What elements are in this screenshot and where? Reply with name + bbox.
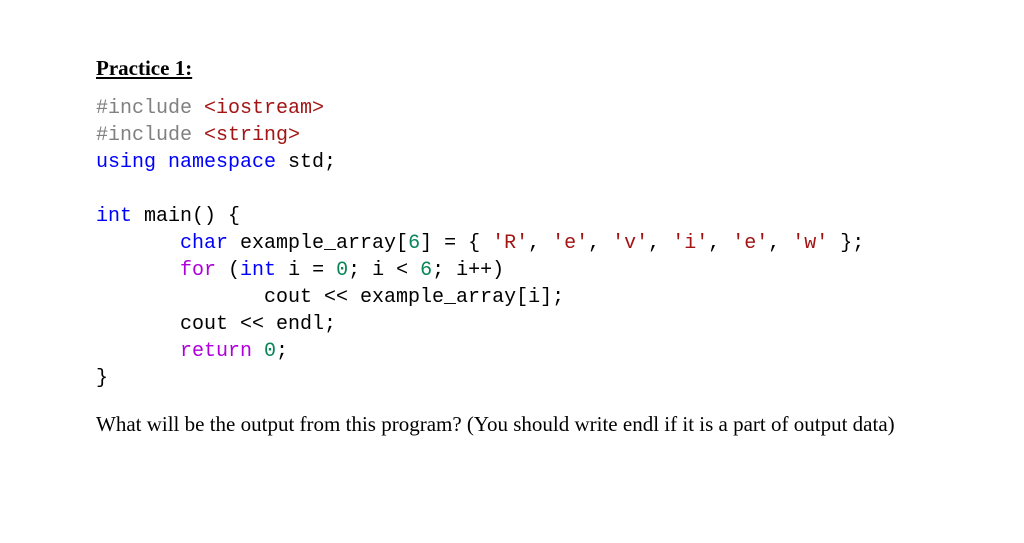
line-10: return 0; <box>96 340 288 363</box>
line-1: #include <iostream> <box>96 97 324 120</box>
line-3: using namespace std; <box>96 151 336 174</box>
heading-practice: Practice 1: <box>96 56 928 81</box>
indent <box>96 340 180 363</box>
line-9: cout << endl; <box>96 313 336 336</box>
preproc-hash: #include <box>96 124 204 147</box>
include-target: <string> <box>204 124 300 147</box>
char-literal: 'e' <box>552 232 588 255</box>
line-11: } <box>96 367 108 390</box>
punc: }; <box>828 232 864 255</box>
document-page: Practice 1: #include <iostream> #include… <box>0 0 1024 478</box>
line-2: #include <string> <box>96 124 300 147</box>
char-literal: 'R' <box>492 232 528 255</box>
line-8: cout << example_array[i]; <box>96 286 564 309</box>
ident-i: i = <box>288 259 336 282</box>
line-7: for (int i = 0; i < 6; i++) <box>96 259 504 282</box>
punc: ; i < <box>348 259 420 282</box>
stmt-cout-endl: cout << endl; <box>96 313 336 336</box>
punc: ( <box>228 259 240 282</box>
code-block: #include <iostream> #include <string> us… <box>96 95 928 392</box>
keyword-namespace: namespace <box>168 151 288 174</box>
comma: , <box>708 232 732 255</box>
keyword-char: char <box>180 232 240 255</box>
line-6: char example_array[6] = { 'R', 'e', 'v',… <box>96 232 864 255</box>
punc: ; <box>276 340 288 363</box>
ident-main: main() { <box>144 205 240 228</box>
indent <box>96 259 180 282</box>
number-0: 0 <box>264 340 276 363</box>
char-literal: 'w' <box>792 232 828 255</box>
include-target: <iostream> <box>204 97 324 120</box>
stmt-cout: cout << example_array[i]; <box>96 286 564 309</box>
keyword-for: for <box>180 259 228 282</box>
line-5: int main() { <box>96 205 240 228</box>
comma: , <box>528 232 552 255</box>
punc: ; i++) <box>432 259 504 282</box>
keyword-int: int <box>240 259 288 282</box>
question-text: What will be the output from this progra… <box>96 410 916 438</box>
brace-close: } <box>96 367 108 390</box>
indent <box>96 232 180 255</box>
punc: ] = { <box>420 232 492 255</box>
ident-std: std; <box>288 151 336 174</box>
number-6: 6 <box>420 259 432 282</box>
keyword-int: int <box>96 205 144 228</box>
comma: , <box>768 232 792 255</box>
ident-array: example_array[ <box>240 232 408 255</box>
number-6: 6 <box>408 232 420 255</box>
char-literal: 'i' <box>672 232 708 255</box>
char-literal: 'v' <box>612 232 648 255</box>
number-0: 0 <box>336 259 348 282</box>
keyword-return: return <box>180 340 264 363</box>
char-literal: 'e' <box>732 232 768 255</box>
preproc-hash: #include <box>96 97 204 120</box>
comma: , <box>648 232 672 255</box>
keyword-using: using <box>96 151 168 174</box>
comma: , <box>588 232 612 255</box>
